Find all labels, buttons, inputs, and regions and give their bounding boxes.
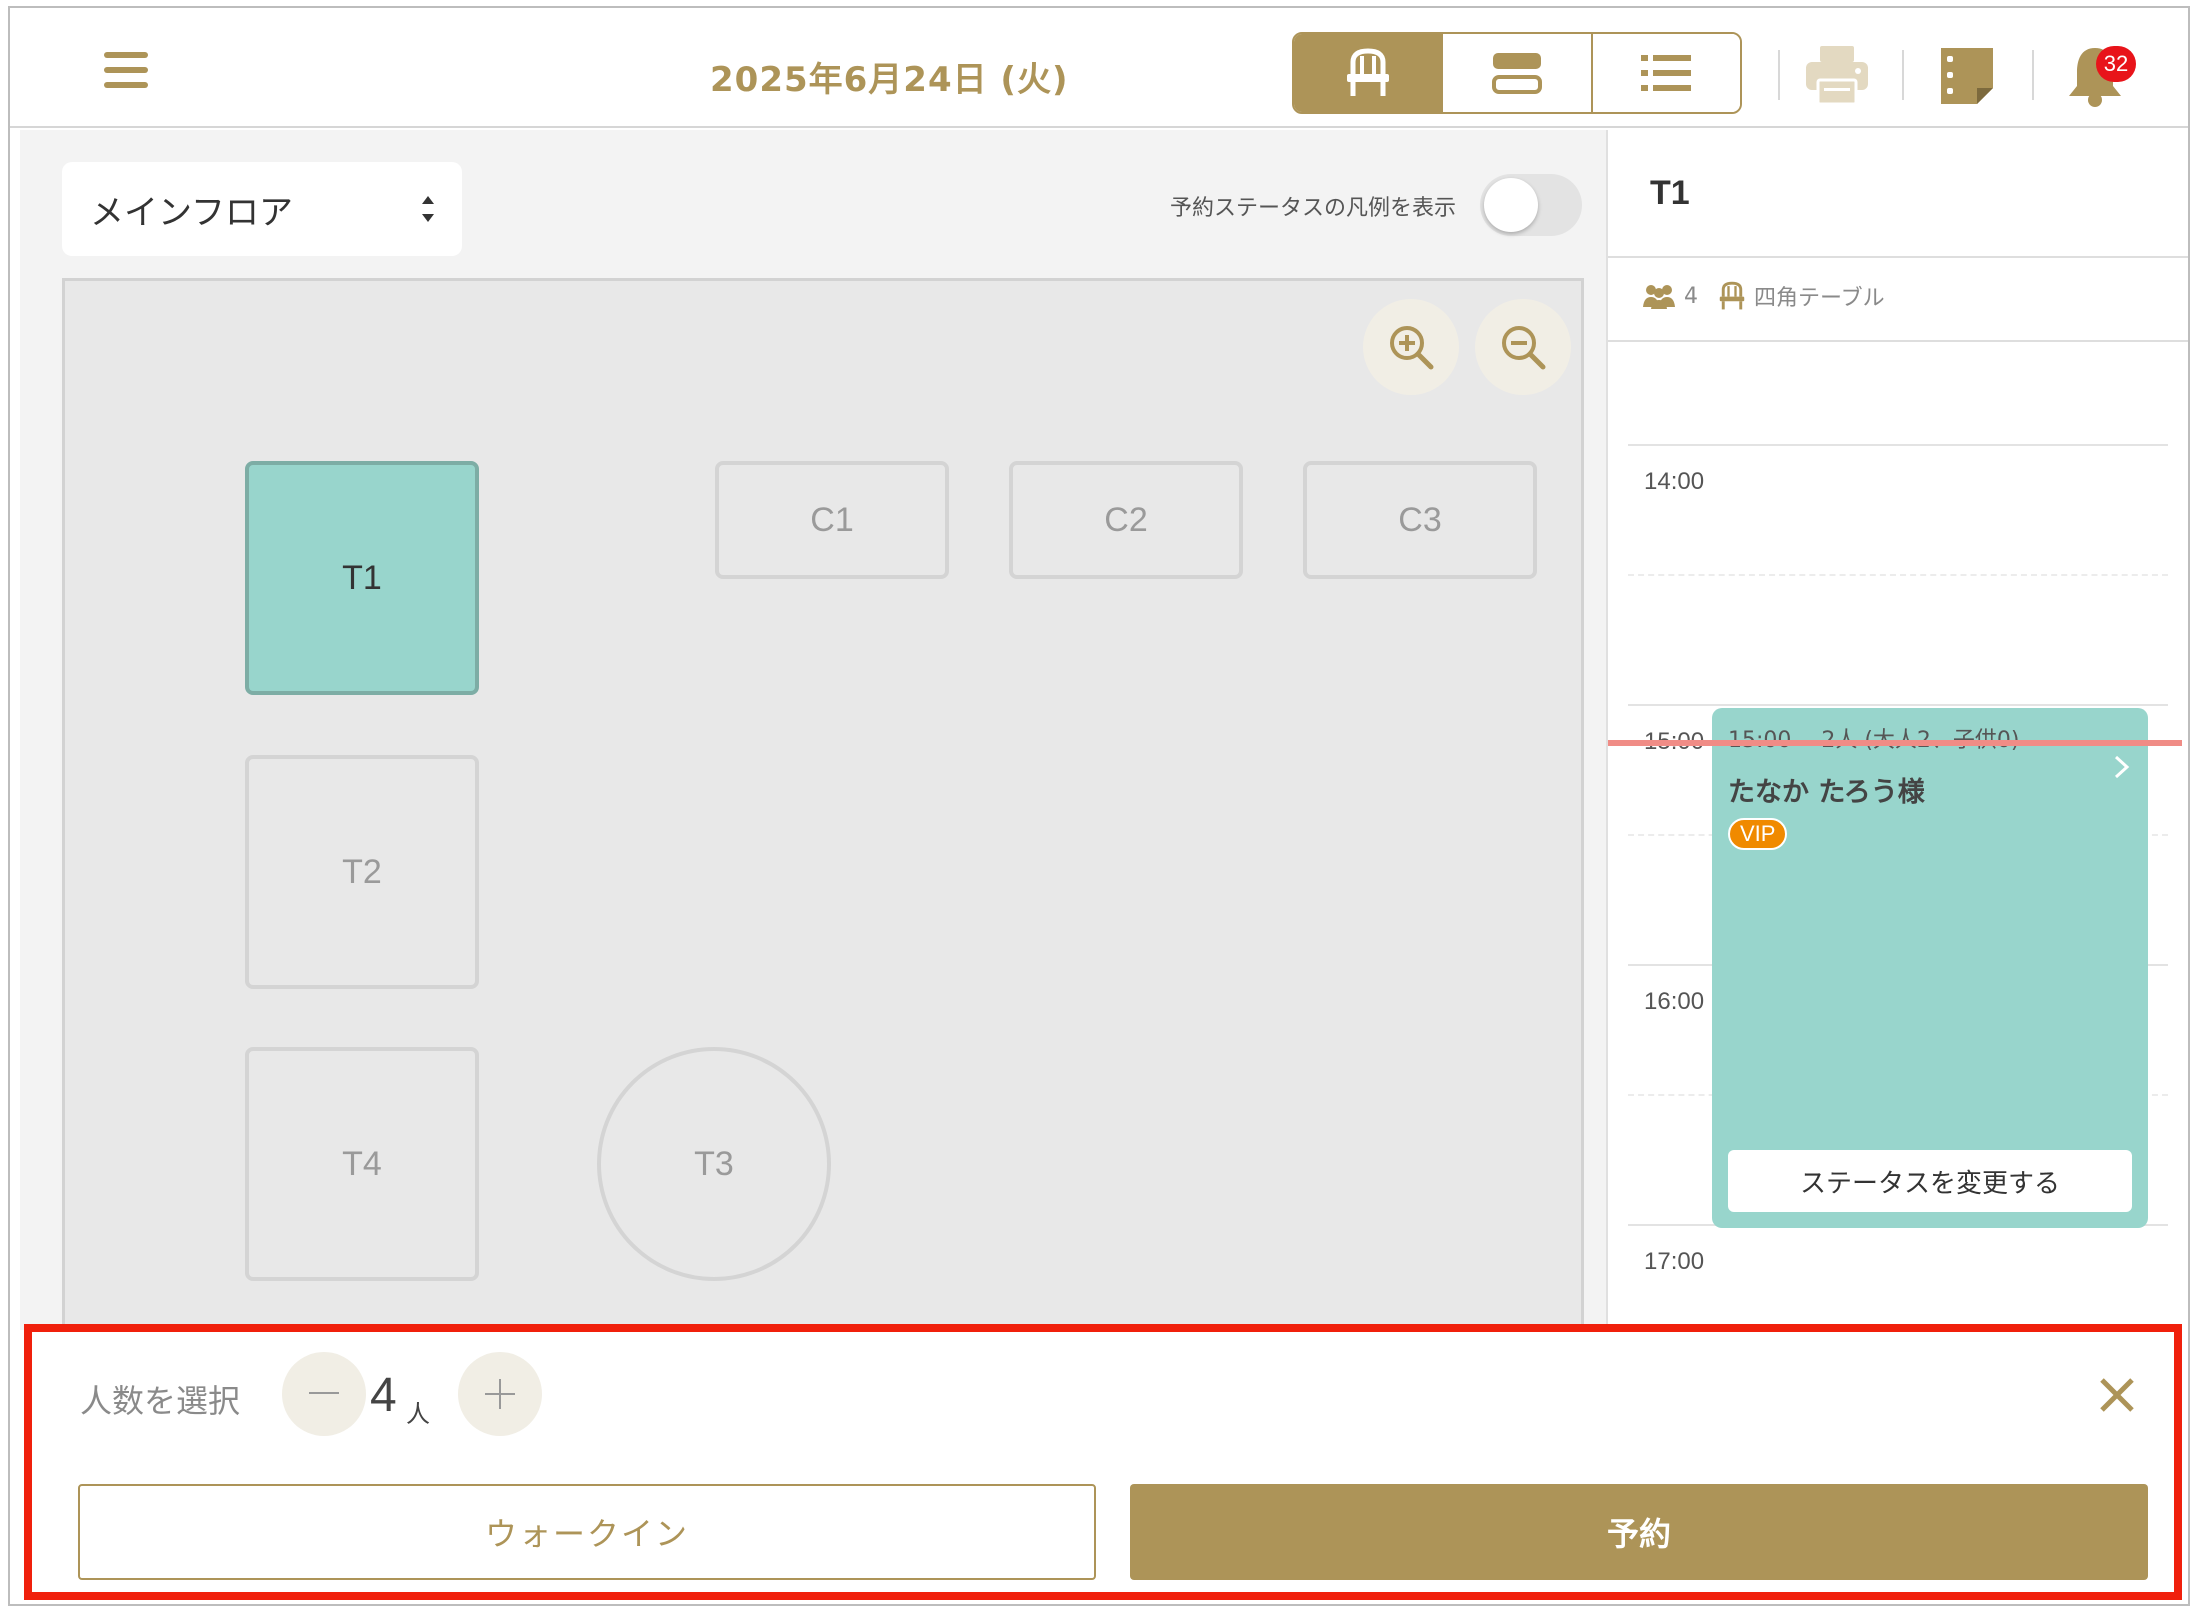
floor-select-value: メインフロア <box>90 192 293 233</box>
table-t3[interactable]: T3 <box>597 1047 831 1281</box>
list-view-button[interactable] <box>1592 34 1740 112</box>
table-t4[interactable]: T4 <box>245 1047 479 1281</box>
zoom-out-icon <box>1502 326 1546 370</box>
app-frame: 2025年6月24日 (火) 32 メインフロア 予約ステータスの凡例を表示 T… <box>8 6 2190 1606</box>
booking-panel: 人数を選択 4 人 ウォークイン 予約 <box>24 1324 2182 1600</box>
reservation-guest-name: たなか たろう様 <box>1728 777 1925 808</box>
minus-icon <box>309 1392 339 1394</box>
table-info: 4 四角テーブル <box>1642 280 1885 312</box>
legend-toggle[interactable] <box>1480 174 1582 236</box>
header-divider <box>1778 50 1780 100</box>
memo-button[interactable] <box>1932 42 2002 108</box>
time-label: 17:00 <box>1644 1248 1705 1275</box>
party-size-unit: 人 <box>406 1400 430 1428</box>
chair-icon <box>1719 281 1745 310</box>
divider <box>1608 340 2188 342</box>
table-t1[interactable]: T1 <box>245 461 479 695</box>
rows-icon <box>1491 53 1542 94</box>
top-header: 2025年6月24日 (火) 32 <box>10 8 2188 128</box>
timeline-view-button[interactable] <box>1443 34 1593 112</box>
table-type: 四角テーブル <box>1754 286 1885 311</box>
table-detail-panel: T1 4 四角テーブル 14:00 16:00 17:00 たなか たろう様 V… <box>1606 130 2188 1330</box>
menu-icon[interactable] <box>104 52 148 88</box>
close-icon <box>2100 1378 2134 1412</box>
change-status-button[interactable]: ステータスを変更する <box>1728 1150 2132 1212</box>
table-t2[interactable]: T2 <box>245 755 479 989</box>
table-c3[interactable]: C3 <box>1303 461 1537 579</box>
floor-view-button[interactable] <box>1294 34 1444 112</box>
decrease-button[interactable] <box>282 1352 366 1436</box>
sort-arrows-icon <box>422 196 434 222</box>
reserve-button[interactable]: 予約 <box>1130 1484 2148 1580</box>
view-switcher <box>1292 32 1742 114</box>
time-label: 16:00 <box>1644 988 1705 1015</box>
notification-badge: 32 <box>2096 46 2136 82</box>
floor-area: メインフロア 予約ステータスの凡例を表示 T1 C1 C2 C3 T2 T4 T… <box>20 130 1606 1338</box>
plus-icon <box>485 1379 515 1409</box>
legend-toggle-label: 予約ステータスの凡例を表示 <box>1170 196 1457 221</box>
time-label: 14:00 <box>1644 468 1705 495</box>
selected-table-title: T1 <box>1650 174 1690 212</box>
divider <box>1608 256 2188 258</box>
zoom-out-button[interactable] <box>1475 299 1571 395</box>
reservation-summary: 15:00- 2人 (大人2、子供0) <box>1728 722 2020 754</box>
header-divider <box>2032 50 2034 100</box>
close-button[interactable] <box>2092 1370 2142 1420</box>
vip-badge: VIP <box>1728 818 1788 850</box>
floor-canvas[interactable]: T1 C1 C2 C3 T2 T4 T3 <box>62 278 1584 1338</box>
floor-select[interactable]: メインフロア <box>62 162 462 256</box>
chair-icon <box>1346 48 1389 96</box>
zoom-in-button[interactable] <box>1363 299 1459 395</box>
zoom-in-icon <box>1390 326 1434 370</box>
printer-icon <box>1806 46 1868 106</box>
header-divider <box>1902 50 1904 100</box>
chevron-right-icon <box>2114 755 2130 779</box>
notebook-icon <box>1941 48 1993 104</box>
table-c2[interactable]: C2 <box>1009 461 1243 579</box>
increase-button[interactable] <box>458 1352 542 1436</box>
table-c1[interactable]: C1 <box>715 461 949 579</box>
timeline-hour-line <box>1628 704 2168 706</box>
party-size-value: 4 <box>370 1369 397 1422</box>
current-date[interactable]: 2025年6月24日 (火) <box>710 52 1069 101</box>
people-icon <box>1643 285 1675 309</box>
timeline-hour-line <box>1628 444 2168 446</box>
walk-in-button[interactable]: ウォークイン <box>78 1484 1096 1580</box>
table-capacity: 4 <box>1684 283 1698 309</box>
print-button[interactable] <box>1802 42 1872 108</box>
reservation-card[interactable]: 15:00- 2人 (大人2、子供0) たなか たろう様 VIP ステータスを変… <box>1712 708 2148 1228</box>
list-icon <box>1641 55 1692 91</box>
party-size-label: 人数を選択 <box>80 1382 241 1420</box>
timeline-half-line <box>1628 574 2168 576</box>
notification-button[interactable]: 32 <box>2060 42 2136 108</box>
current-time-indicator <box>1608 740 2182 746</box>
